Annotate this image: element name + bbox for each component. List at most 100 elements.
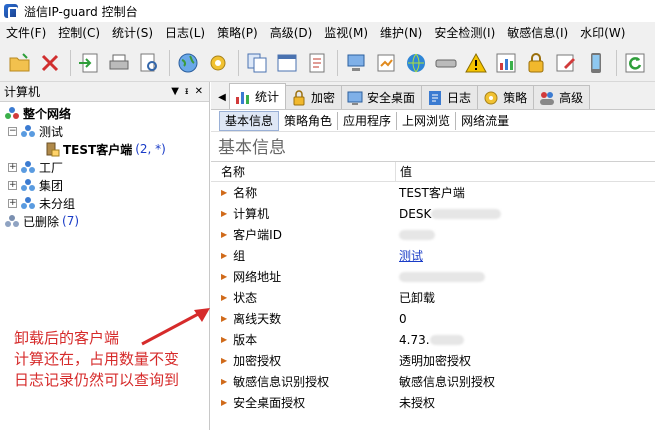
edit-icon[interactable] — [552, 49, 580, 77]
print-preview-icon[interactable] — [135, 49, 163, 77]
window-icon[interactable] — [273, 49, 301, 77]
menu-sensitive-info[interactable]: 敏感信息(I) — [501, 22, 574, 44]
mobile-icon[interactable] — [582, 49, 610, 77]
tab-label: 策略 — [503, 91, 528, 105]
tab-statistics[interactable]: 统计 — [229, 83, 287, 109]
subtab-basic-info[interactable]: 基本信息 — [219, 110, 280, 131]
menu-statistics[interactable]: 统计(S) — [106, 22, 159, 44]
tree-node-label: 整个网络 — [23, 106, 72, 121]
property-row[interactable]: ▶ 敏感信息识别授权 敏感信息识别授权 — [211, 371, 655, 392]
tab-encryption[interactable]: 加密 — [285, 85, 343, 109]
tree-node-label: TEST客户端 — [63, 142, 133, 157]
pin-icon[interactable]: ᵻ — [185, 86, 189, 97]
menu-monitor[interactable]: 监视(M) — [318, 22, 374, 44]
menu-file[interactable]: 文件(F) — [0, 22, 52, 44]
annotation-line: 日志记录仍然可以查询到 — [14, 371, 180, 389]
group-icon — [20, 159, 36, 175]
network-computer-icon[interactable] — [342, 49, 370, 77]
statistics-icon[interactable] — [492, 49, 520, 77]
tree-node-group-ungrouped[interactable]: + 未分组 — [0, 194, 209, 212]
subtab-applications[interactable]: 应用程序 — [338, 111, 398, 130]
users-icon — [538, 89, 556, 107]
property-row[interactable]: ▶ 版本 4.73. — [211, 329, 655, 350]
device-icon[interactable] — [432, 49, 460, 77]
menu-policy[interactable]: 策略(P) — [211, 22, 264, 44]
toolbar-separator — [238, 49, 239, 76]
tab-secure-desktop[interactable]: 安全桌面 — [341, 85, 423, 109]
panel-title: 计算机 — [4, 85, 41, 99]
tab-advanced[interactable]: 高级 — [533, 85, 591, 109]
menu-maintenance[interactable]: 维护(N) — [374, 22, 428, 44]
group-link[interactable]: 测试 — [395, 247, 423, 264]
subtab-network-traffic[interactable]: 网络流量 — [456, 112, 514, 130]
expand-icon[interactable]: + — [8, 162, 17, 172]
dropdown-icon[interactable]: ▼ — [171, 86, 179, 97]
lock-icon[interactable] — [522, 49, 550, 77]
print-icon[interactable] — [105, 49, 133, 77]
collapse-icon[interactable]: − — [8, 126, 17, 136]
copy-icon[interactable] — [243, 49, 271, 77]
redacted-value — [399, 230, 435, 240]
tree-node-whole-network[interactable]: 整个网络 — [0, 104, 209, 122]
property-row[interactable]: ▶ 计算机 DESK — [211, 203, 655, 224]
bar-chart-icon — [234, 88, 252, 106]
expand-icon[interactable]: + — [8, 180, 17, 190]
client-count: (2, *) — [135, 142, 166, 156]
menu-advanced[interactable]: 高级(D) — [264, 22, 319, 44]
tab-label: 日志 — [447, 91, 472, 105]
property-row[interactable]: ▶ 组 测试 — [211, 245, 655, 266]
internet-icon[interactable] — [402, 49, 430, 77]
import-icon[interactable] — [75, 49, 103, 77]
property-row[interactable]: ▶ 安全桌面授权 未授权 — [211, 392, 655, 413]
tree-node-group-corp[interactable]: + 集团 — [0, 176, 209, 194]
annotation-text: 卸载后的客户端 计算还在，占用数量不变 日志记录仍然可以查询到 — [14, 328, 179, 391]
deleted-group-icon — [4, 213, 20, 229]
warning-icon[interactable] — [462, 49, 490, 77]
tab-scroll-left-icon[interactable]: ◀ — [215, 85, 229, 109]
property-row[interactable]: ▶ 离线天数 0 — [211, 308, 655, 329]
tree-node-label: 工厂 — [39, 160, 64, 175]
tree-node-deleted[interactable]: 已删除 (7) — [0, 212, 209, 230]
window-title: 溢信IP-guard 控制台 — [24, 4, 138, 19]
tab-log[interactable]: 日志 — [421, 85, 479, 109]
row-arrow-icon: ▶ — [221, 356, 228, 365]
menu-security-check[interactable]: 安全检测(I) — [428, 22, 501, 44]
document-icon[interactable] — [303, 49, 331, 77]
computer-tree: 整个网络 − 测试 TEST客户端 (2, *) + 工厂 + 集团 + 未分组 — [0, 102, 209, 230]
property-row[interactable]: ▶ 名称 TEST客户端 — [211, 182, 655, 203]
menu-watermark[interactable]: 水印(W) — [574, 22, 631, 44]
subtab-web-browsing[interactable]: 上网浏览 — [397, 111, 457, 130]
gear-icon[interactable] — [204, 49, 232, 77]
row-arrow-icon: ▶ — [221, 188, 228, 197]
subtab-policy-roles[interactable]: 策略角色 — [279, 111, 339, 130]
menu-control[interactable]: 控制(C) — [52, 22, 106, 44]
menu-bar: 文件(F) 控制(C) 统计(S) 日志(L) 策略(P) 高级(D) 监视(M… — [0, 22, 655, 44]
tree-node-group-factory[interactable]: + 工厂 — [0, 158, 209, 176]
menu-log[interactable]: 日志(L) — [159, 22, 211, 44]
delete-icon[interactable] — [36, 49, 64, 77]
tab-policy[interactable]: 策略 — [477, 85, 535, 109]
property-row[interactable]: ▶ 加密授权 透明加密授权 — [211, 350, 655, 371]
redacted-value — [399, 272, 485, 282]
close-icon[interactable]: ✕ — [195, 86, 203, 97]
row-arrow-icon: ▶ — [221, 377, 228, 386]
property-name: 组 — [233, 249, 246, 263]
tab-label: 统计 — [255, 90, 280, 104]
annotation-line: 计算还在，占用数量不变 — [14, 350, 180, 368]
globe-icon[interactable] — [174, 49, 202, 77]
tree-node-client[interactable]: TEST客户端 (2, *) — [0, 140, 209, 158]
toolbar-separator — [70, 49, 71, 76]
report-icon[interactable] — [372, 49, 400, 77]
property-value: 4.73. — [399, 332, 430, 347]
tree-node-group-test[interactable]: − 测试 — [0, 122, 209, 140]
property-name: 敏感信息识别授权 — [233, 375, 330, 389]
annotation-line: 卸载后的客户端 — [14, 329, 120, 347]
row-arrow-icon: ▶ — [221, 272, 228, 281]
property-row[interactable]: ▶ 客户端ID — [211, 224, 655, 245]
open-folder-icon[interactable] — [6, 49, 34, 77]
property-row[interactable]: ▶ 网络地址 — [211, 266, 655, 287]
refresh-icon[interactable] — [621, 49, 649, 77]
expand-icon[interactable]: + — [8, 198, 17, 208]
toolbar-separator — [337, 49, 338, 76]
property-row[interactable]: ▶ 状态 已卸载 — [211, 287, 655, 308]
